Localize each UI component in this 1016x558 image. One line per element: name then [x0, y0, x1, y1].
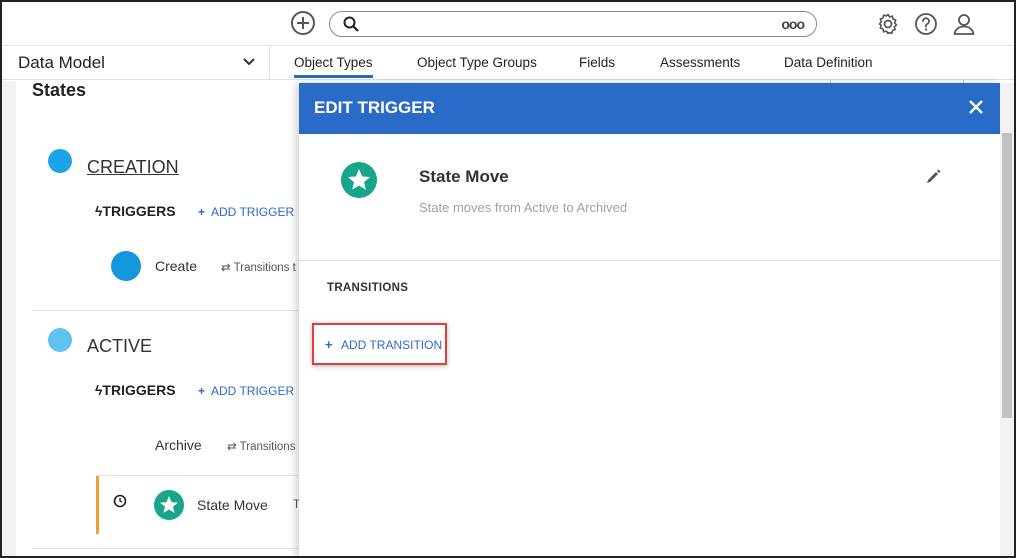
transfer-icon: ⇄	[227, 441, 237, 453]
tab-fields[interactable]: Fields	[579, 55, 615, 70]
add-trigger-button[interactable]: + ADD TRIGGER	[198, 384, 294, 398]
help-icon[interactable]	[914, 12, 938, 36]
state-color-dot	[48, 328, 72, 352]
divider	[299, 260, 1000, 261]
state-name-creation[interactable]: CREATION	[87, 157, 179, 178]
search-icon	[343, 16, 359, 32]
tab-object-type-groups[interactable]: Object Type Groups	[417, 55, 537, 70]
plus-icon: +	[325, 337, 333, 352]
tab-object-types[interactable]: Object Types	[294, 55, 373, 78]
divider	[97, 475, 299, 476]
panel-title: EDIT TRIGGER	[314, 98, 435, 117]
plus-icon: +	[198, 384, 206, 398]
divider	[32, 548, 299, 549]
top-bar: ooo	[2, 2, 1014, 46]
selected-indicator	[96, 476, 99, 534]
transfer-icon: ⇄	[221, 262, 231, 274]
trigger-star-badge	[154, 490, 184, 520]
edit-trigger-panel: EDIT TRIGGER State Move State moves from…	[299, 83, 1000, 556]
add-circle-icon[interactable]	[291, 11, 315, 35]
plus-icon: +	[198, 205, 206, 219]
page-title: States	[32, 80, 87, 100]
clock-icon	[113, 494, 127, 508]
divider	[32, 310, 299, 311]
app-window: ooo Data Model Object Types Object Type …	[0, 0, 1016, 558]
user-icon[interactable]	[952, 12, 976, 36]
nav-bar: Data Model Object Types Object Type Grou…	[2, 46, 1014, 80]
add-transition-button[interactable]: + ADD TRANSITION	[312, 323, 447, 365]
tab-data-definition[interactable]: Data Definition	[784, 55, 873, 70]
trigger-name-state-move[interactable]: State Move	[197, 497, 268, 513]
left-scroll-gutter	[2, 81, 16, 556]
tab-assessments[interactable]: Assessments	[660, 55, 740, 70]
trigger-transitions: ⇄ Transitions t	[221, 262, 296, 274]
state-name-active[interactable]: ACTIVE	[87, 336, 152, 357]
star-icon	[160, 496, 178, 513]
trigger-transitions: ⇄ Transitions	[227, 441, 296, 453]
gear-icon[interactable]	[876, 12, 900, 36]
add-transition-label: ADD TRANSITION	[341, 338, 443, 352]
chevron-down-icon	[243, 58, 255, 66]
pencil-icon[interactable]	[925, 169, 941, 185]
state-color-dot	[48, 149, 72, 173]
triggers-label: ϟTRIGGERS	[95, 203, 176, 219]
data-model-select[interactable]: Data Model	[2, 46, 270, 80]
triggers-label: ϟTRIGGERS	[95, 382, 176, 398]
add-trigger-button[interactable]: + ADD TRIGGER	[198, 205, 294, 219]
star-icon	[348, 169, 370, 190]
trigger-title: State Move	[419, 167, 509, 186]
scrollbar-thumb[interactable]	[1002, 133, 1012, 418]
trigger-description: State moves from Active to Archived	[419, 200, 628, 215]
panel-scrollbar[interactable]	[1000, 83, 1014, 556]
panel-header: EDIT TRIGGER	[299, 83, 1000, 134]
data-model-label: Data Model	[18, 53, 105, 72]
trigger-color-dot	[111, 251, 141, 281]
trigger-name-create[interactable]: Create	[155, 258, 197, 274]
close-icon[interactable]	[967, 98, 985, 116]
search-options-icon[interactable]: ooo	[781, 16, 805, 32]
transitions-heading: TRANSITIONS	[327, 282, 409, 294]
trigger-star-badge	[341, 162, 377, 198]
trigger-name-archive[interactable]: Archive	[155, 437, 202, 453]
search-bar[interactable]: ooo	[329, 11, 817, 37]
